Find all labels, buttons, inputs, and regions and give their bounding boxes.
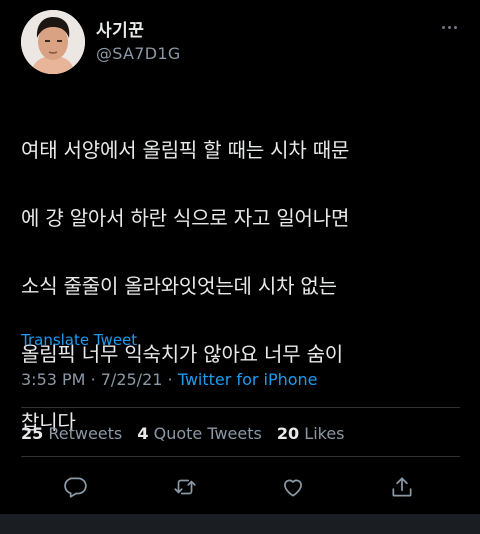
quote-tweets-label: Quote Tweets — [153, 424, 262, 443]
likes-count: 20 — [276, 424, 300, 443]
likes-label: Likes — [304, 424, 345, 443]
tweet-date[interactable]: 7/25/21 — [101, 370, 163, 389]
tweet-time[interactable]: 3:53 PM — [21, 370, 85, 389]
retweet-icon[interactable] — [172, 474, 198, 500]
bottom-bar — [0, 514, 480, 534]
tweet-container: 사기꾼 @SA7D1G 여태 서양에서 올림픽 할 때는 시차 때문 에 걍 알… — [0, 0, 480, 534]
divider — [21, 456, 460, 457]
tweet-metadata: 3:53 PM · 7/25/21 · Twitter for iPhone — [21, 370, 318, 389]
more-options-icon[interactable] — [436, 20, 462, 34]
likes-stat[interactable]: 20 Likes — [277, 424, 345, 443]
avatar[interactable] — [21, 10, 85, 74]
share-icon[interactable] — [389, 474, 415, 500]
retweets-count: 25 — [21, 424, 44, 443]
tweet-text-line: 에 걍 알아서 하란 식으로 자고 일어나면 — [21, 206, 350, 230]
divider — [21, 407, 460, 408]
tweet-stats: 25 Retweets 4 Quote Tweets 20 Likes — [21, 424, 345, 443]
action-bar — [0, 470, 480, 502]
tweet-text: 여태 서양에서 올림픽 할 때는 시차 때문 에 걍 알아서 하란 식으로 자고… — [21, 99, 466, 473]
display-name[interactable]: 사기꾼 — [96, 16, 144, 41]
quote-tweets-stat[interactable]: 4 Quote Tweets — [137, 424, 267, 443]
reply-icon[interactable] — [62, 474, 88, 500]
quote-tweets-count: 4 — [137, 424, 149, 443]
like-icon[interactable] — [280, 474, 306, 500]
tweet-text-line: 여태 서양에서 올림픽 할 때는 시차 때문 — [21, 138, 350, 162]
meta-separator: · — [90, 370, 96, 389]
meta-separator: · — [167, 370, 173, 389]
retweets-label: Retweets — [48, 424, 123, 443]
user-handle[interactable]: @SA7D1G — [96, 44, 181, 63]
tweet-source-link[interactable]: Twitter for iPhone — [178, 370, 318, 389]
retweets-stat[interactable]: 25 Retweets — [21, 424, 127, 443]
tweet-text-line: 소식 줄줄이 올라와잇엇는데 시차 없는 — [21, 274, 337, 298]
translate-tweet-link[interactable]: Translate Tweet — [21, 331, 137, 349]
